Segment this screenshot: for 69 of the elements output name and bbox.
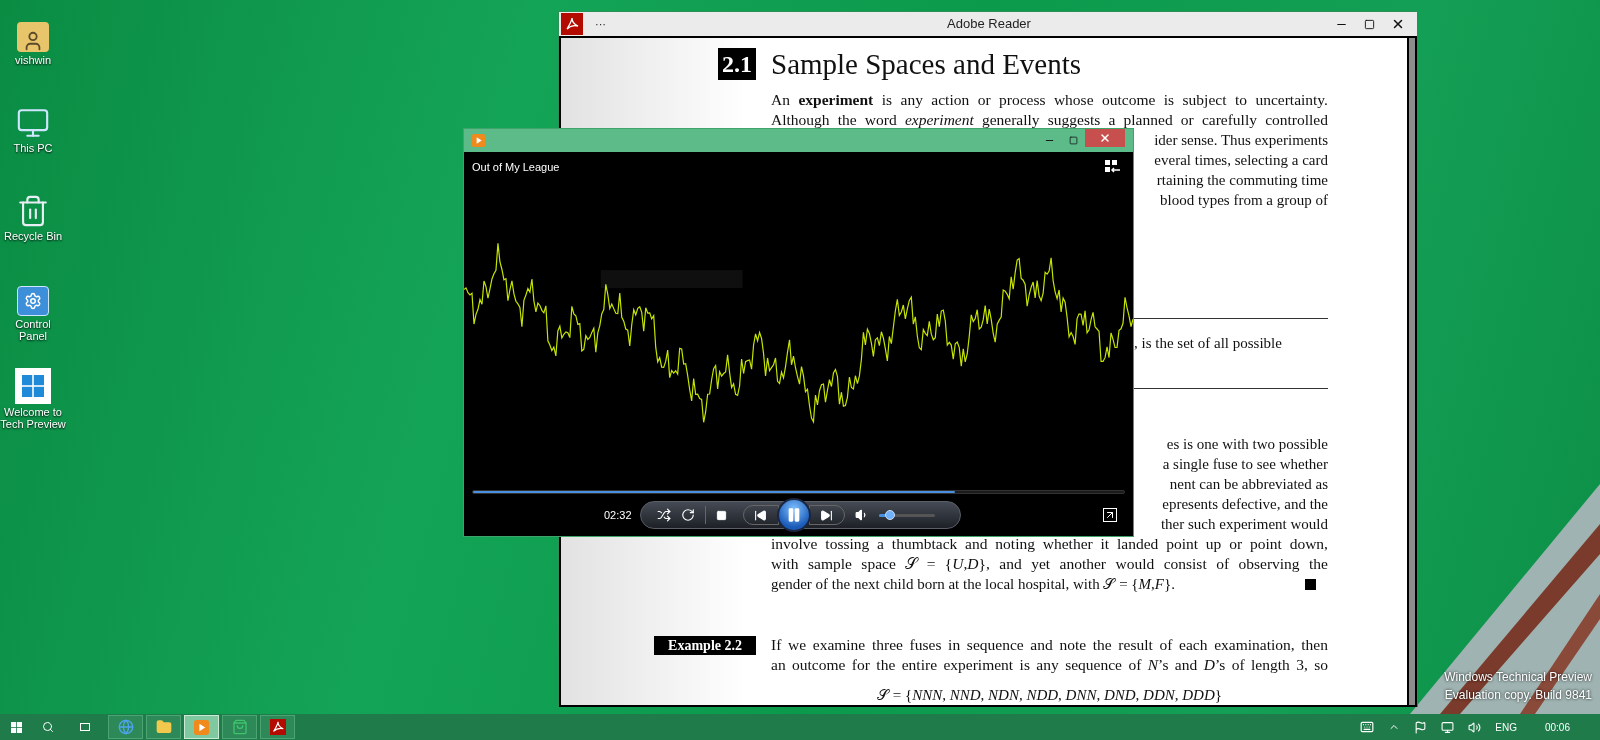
section-heading: Sample Spaces and Events (771, 47, 1083, 82)
text-line: epresents defective, and the (1162, 495, 1328, 514)
text-line: es is one with two possible (1166, 435, 1328, 454)
fullscreen-icon[interactable] (1103, 508, 1117, 522)
example-label: Example 2.2 (654, 635, 756, 655)
windows-logo-icon (10, 721, 22, 733)
text-line: involve tossing a thumbtack and noting whether it landed point up or point down, (771, 534, 1328, 554)
maximize-icon (1068, 136, 1078, 145)
folder-icon (155, 719, 172, 735)
skip-back-icon (754, 508, 768, 522)
text-line: with sample space 𝒮 = {U,D}, and yet another would consist of observing the (771, 554, 1328, 574)
close-icon (1099, 132, 1111, 144)
desktop-icon-label[interactable]: Recycle Bin (3, 230, 63, 242)
computer-icon (16, 106, 50, 140)
language-indicator[interactable]: ENG (1495, 719, 1517, 735)
desktop-icon-label[interactable]: vishwin (14, 54, 52, 66)
seek-bar[interactable] (472, 490, 1125, 494)
volume-thumb[interactable] (884, 510, 895, 520)
media-player-logo-icon (472, 134, 485, 147)
repeat-icon[interactable] (680, 508, 695, 522)
volume-slider[interactable] (878, 509, 935, 521)
windows-logo-icon (22, 375, 44, 397)
text-line: nent can be abbreviated as (1169, 475, 1328, 494)
pdf-logo-icon (269, 719, 286, 735)
switch-to-library-icon[interactable] (1105, 160, 1121, 174)
elapsed-time: 02:32 (604, 507, 632, 523)
network-icon[interactable] (1441, 720, 1455, 734)
text-line: an outcome for the entire experiment is any sequence of N’s and D’s of length 3, so (771, 655, 1328, 675)
desktop-icon-label[interactable]: Control Panel (0, 318, 66, 342)
track-title: Out of My League (472, 159, 560, 175)
clock[interactable]: 00:06 (1544, 719, 1570, 735)
play-pause-button[interactable] (776, 498, 811, 532)
text-line: If we examine three fuses in sequence and note the result of each examination, then (771, 635, 1328, 655)
window-title: Adobe Reader (946, 15, 1032, 34)
taskbar-app-button[interactable] (260, 715, 295, 739)
text-line: Although the word experiment generally suggests a planned or carefully controlled (771, 110, 1328, 130)
user-folder-icon (17, 22, 49, 52)
desktop-icon-label[interactable]: This PC (13, 142, 53, 154)
control-panel-icon (17, 286, 49, 316)
task-view-icon[interactable] (80, 723, 90, 731)
text-line: An experiment is any action or process whose outcome is subject to uncertainty. (771, 90, 1328, 110)
keyboard-icon[interactable] (1360, 720, 1375, 734)
recycle-bin-icon (16, 194, 50, 228)
close-button[interactable] (1085, 129, 1125, 147)
text-line: rtaining the commuting time (1156, 171, 1328, 190)
text-line: blood types from a group of (1160, 191, 1328, 210)
text-line: , is the set of all possible (1134, 335, 1282, 351)
close-icon[interactable] (1391, 17, 1405, 31)
text-line: everal times, selecting a card (1154, 151, 1328, 170)
section-number: 2.1 (718, 48, 756, 80)
flag-icon[interactable] (1414, 720, 1428, 734)
taskbar-app-button[interactable] (146, 715, 181, 739)
globe-icon (117, 719, 134, 735)
end-mark-icon (1305, 578, 1316, 590)
formula: 𝒮 = {NNN, NND, NDN, NDD, DNN, DND, DDN, DDD} (877, 686, 1222, 705)
skip-forward-icon (820, 508, 834, 522)
shopping-bag-icon (231, 719, 248, 735)
scrollbar[interactable] (1407, 38, 1415, 705)
media-player-logo-icon (194, 719, 209, 735)
desktop-icon-label[interactable]: Welcome to Tech Preview (0, 406, 66, 430)
search-icon[interactable] (42, 721, 54, 733)
text-line: ider sense. Thus experiments (1154, 131, 1328, 150)
text-line: gender of the next child born at the local hospital, with 𝒮 = {M,F}. (771, 575, 1175, 594)
text-line: ther such experiment would (1160, 515, 1328, 534)
text-line: a single fuse to see whether (1162, 455, 1328, 474)
shuffle-icon[interactable] (656, 508, 671, 522)
menu-button[interactable]: ··· (595, 15, 606, 33)
maximize-icon[interactable] (1364, 18, 1375, 30)
stop-icon[interactable] (715, 509, 727, 521)
